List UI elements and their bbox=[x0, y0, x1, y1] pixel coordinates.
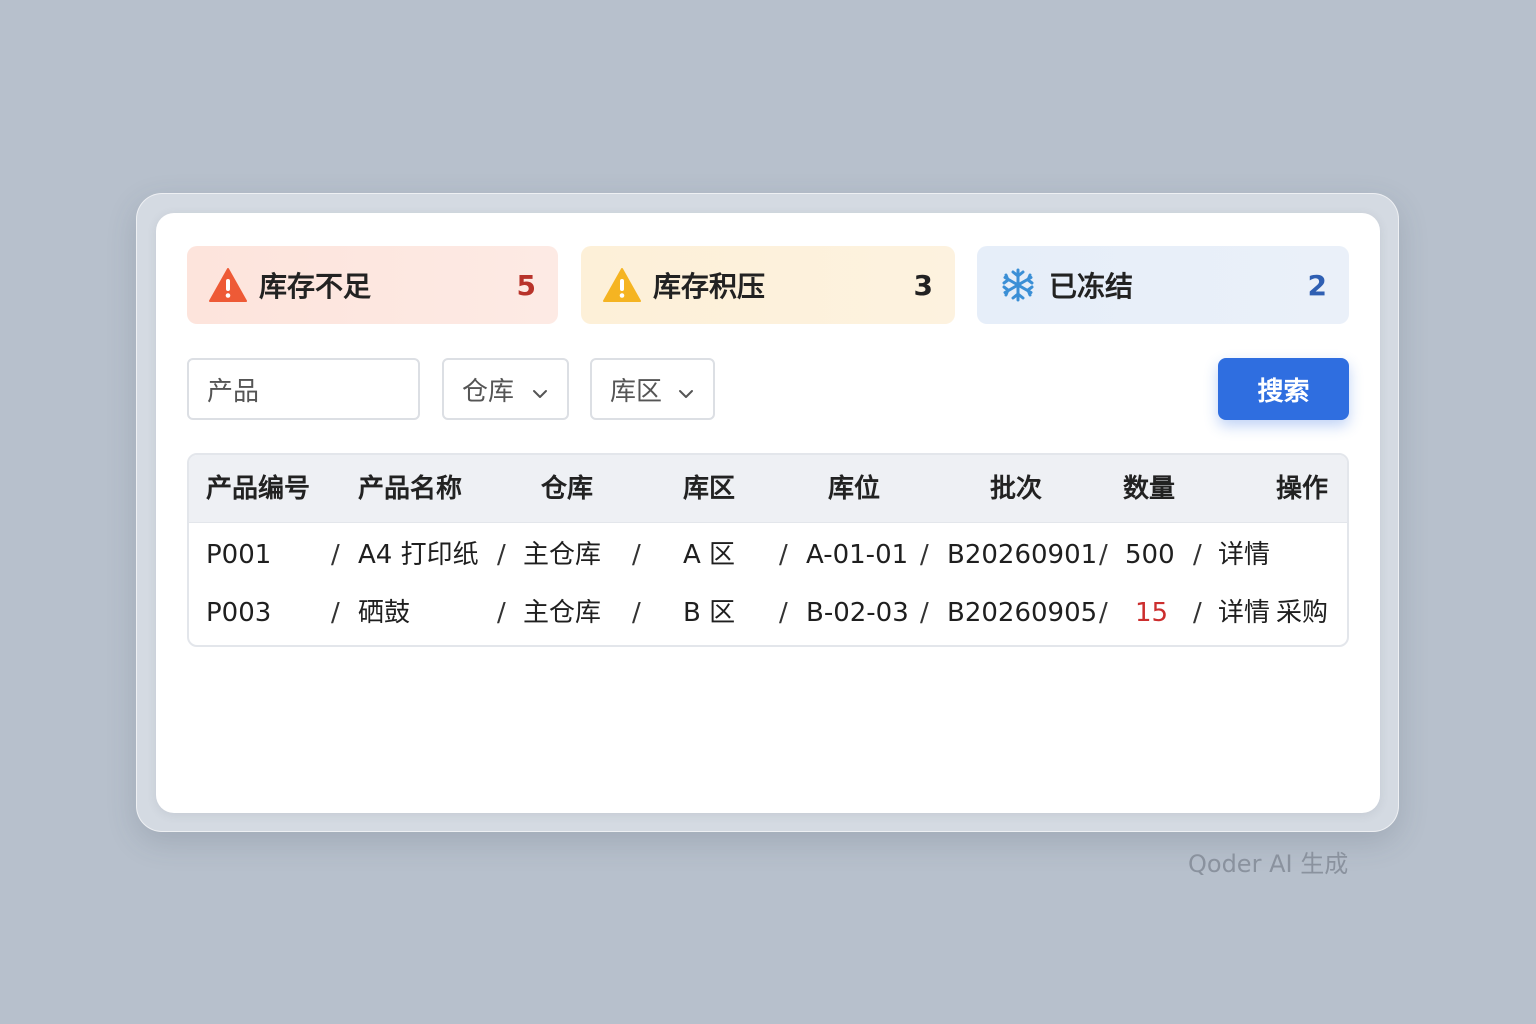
cell-warehouse: 主仓库 bbox=[523, 540, 602, 570]
cell-quantity-low: 15 bbox=[1135, 598, 1169, 628]
cell-separator: / bbox=[779, 540, 788, 570]
stat-card-frozen[interactable]: 已冻结 2 bbox=[977, 246, 1349, 324]
table-row[interactable]: P003 / 硒鼓 / 主仓库 / B 区 / B-02-03 / B20260… bbox=[189, 585, 1347, 641]
stat-card-low-stock[interactable]: 库存不足 5 bbox=[187, 246, 558, 324]
watermark: Qoder AI 生成 bbox=[1188, 850, 1349, 878]
cell-product-code: P001 bbox=[206, 540, 272, 570]
warning-icon bbox=[209, 266, 247, 304]
snowflake-icon bbox=[999, 266, 1037, 304]
cell-product-code: P003 bbox=[206, 598, 272, 628]
cell-separator: / bbox=[1193, 598, 1202, 628]
zone-select-label: 库区 bbox=[610, 376, 663, 407]
stat-count: 3 bbox=[913, 268, 933, 302]
header-product-name[interactable]: 产品名称 bbox=[358, 455, 462, 523]
search-button[interactable]: 搜索 bbox=[1218, 358, 1349, 420]
cell-separator: / bbox=[920, 540, 929, 570]
cell-batch: B20260905 bbox=[947, 598, 1098, 628]
stat-label: 库存积压 bbox=[653, 270, 766, 303]
header-product-code[interactable]: 产品编号 bbox=[206, 455, 310, 523]
cell-batch: B20260901 bbox=[947, 540, 1098, 570]
cell-quantity: 500 bbox=[1125, 540, 1175, 570]
cell-separator: / bbox=[779, 598, 788, 628]
warehouse-select-label: 仓库 bbox=[462, 376, 515, 407]
cell-product-name: 硒鼓 bbox=[358, 598, 411, 628]
product-placeholder: 产品 bbox=[207, 376, 260, 407]
table-header: 产品编号 产品名称 仓库 库区 库位 批次 数量 操作 bbox=[189, 455, 1347, 523]
cell-bin: B-02-03 bbox=[806, 598, 909, 628]
cell-separator: / bbox=[1193, 540, 1202, 570]
stat-count: 5 bbox=[516, 268, 536, 302]
warning-icon bbox=[603, 266, 641, 304]
chevron-down-icon bbox=[677, 380, 695, 398]
header-quantity[interactable]: 数量 bbox=[1123, 455, 1175, 523]
zone-select[interactable]: 库区 bbox=[590, 358, 715, 420]
cell-separator: / bbox=[1099, 540, 1108, 570]
stat-label: 库存不足 bbox=[259, 270, 372, 303]
detail-link[interactable]: 详情 bbox=[1218, 527, 1270, 583]
cell-separator: / bbox=[497, 540, 506, 570]
inventory-panel: 库存不足 5 库存积压 3 已冻结 2 产品 仓库 库区 搜索 产品编号 产品名… bbox=[156, 213, 1380, 813]
cell-separator: / bbox=[331, 598, 340, 628]
header-warehouse[interactable]: 仓库 bbox=[541, 455, 593, 523]
product-search-input[interactable]: 产品 bbox=[187, 358, 420, 420]
cell-zone: A 区 bbox=[683, 540, 736, 570]
cell-separator: / bbox=[497, 598, 506, 628]
table-row[interactable]: P001 / A4 打印纸 / 主仓库 / A 区 / A-01-01 / B2… bbox=[189, 527, 1347, 583]
cell-product-name: A4 打印纸 bbox=[358, 540, 479, 570]
header-actions: 操作 bbox=[1276, 474, 1329, 504]
stat-card-overstock[interactable]: 库存积压 3 bbox=[581, 246, 955, 324]
cell-separator: / bbox=[920, 598, 929, 628]
header-bin[interactable]: 库位 bbox=[828, 455, 880, 523]
chevron-down-icon bbox=[531, 380, 549, 398]
header-batch[interactable]: 批次 bbox=[990, 455, 1042, 523]
detail-link[interactable]: 详情 bbox=[1218, 585, 1270, 641]
cell-bin: A-01-01 bbox=[806, 540, 909, 570]
cell-separator: / bbox=[1099, 598, 1108, 628]
cell-zone: B 区 bbox=[683, 598, 736, 628]
cell-separator: / bbox=[331, 540, 340, 570]
warehouse-select[interactable]: 仓库 bbox=[442, 358, 569, 420]
header-zone[interactable]: 库区 bbox=[683, 455, 735, 523]
cell-warehouse: 主仓库 bbox=[523, 598, 602, 628]
cell-separator: / bbox=[632, 598, 641, 628]
purchase-link[interactable]: 采购 bbox=[1276, 585, 1328, 641]
stat-label: 已冻结 bbox=[1049, 270, 1134, 303]
cell-separator: / bbox=[632, 540, 641, 570]
inventory-table: 产品编号 产品名称 仓库 库区 库位 批次 数量 操作 P001 / A4 打印… bbox=[187, 453, 1349, 647]
stat-count: 2 bbox=[1307, 268, 1327, 302]
